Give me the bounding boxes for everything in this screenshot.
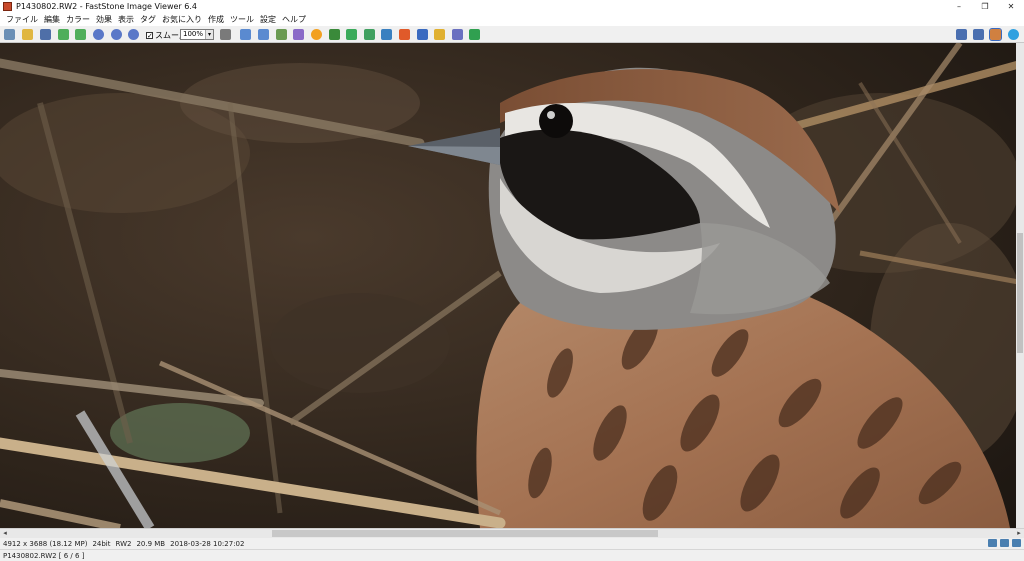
actual-size-icon[interactable] [128, 29, 139, 40]
image-dimensions: 4912 x 3688 (18.12 MP) [3, 539, 88, 548]
scroll-left-icon[interactable]: ◂ [0, 529, 10, 538]
save-icon[interactable] [40, 29, 51, 40]
menu-view[interactable]: 表示 [115, 14, 137, 25]
toolbar: ✓ スムーズ 100% ▾ [0, 26, 1024, 43]
app-icon [3, 2, 12, 11]
draw-icon[interactable] [399, 29, 410, 40]
image-filesize: 20.9 MB [136, 539, 166, 548]
red-eye-icon[interactable] [329, 29, 340, 40]
menu-color[interactable]: カラー [63, 14, 93, 25]
slideshow-icon[interactable] [364, 29, 375, 40]
bird-photo [0, 43, 1024, 528]
zoom-out-icon[interactable] [111, 29, 122, 40]
menu-create[interactable]: 作成 [205, 14, 227, 25]
close-button[interactable]: ✕ [998, 0, 1024, 13]
file-position: P1430802.RW2 [ 6 / 6 ] [3, 551, 85, 560]
rotate-left-icon[interactable] [240, 29, 251, 40]
menu-tags[interactable]: タグ [137, 14, 159, 25]
title-bar: P1430802.RW2 - FastStone Image Viewer 6.… [0, 0, 1024, 13]
scan-icon[interactable] [434, 29, 445, 40]
wallpaper-icon[interactable] [452, 29, 463, 40]
menu-help[interactable]: ヘルプ [279, 14, 309, 25]
hand-tool-icon[interactable] [220, 29, 231, 40]
resize-icon[interactable] [293, 29, 304, 40]
status-icons [985, 539, 1021, 547]
image-viewport[interactable] [0, 43, 1024, 528]
next-image-icon[interactable] [75, 29, 86, 40]
menu-favorites[interactable]: お気に入り [159, 14, 205, 25]
menu-edit[interactable]: 編集 [41, 14, 63, 25]
image-view-icon[interactable] [989, 28, 1002, 41]
menu-settings[interactable]: 設定 [257, 14, 279, 25]
zoom-value: 100% [183, 30, 204, 38]
fullscreen-icon[interactable] [973, 29, 984, 40]
menu-file[interactable]: ファイル [3, 14, 41, 25]
smooth-checkbox-box[interactable]: ✓ [146, 32, 153, 40]
menu-tools[interactable]: ツール [227, 14, 257, 25]
navigator-icon[interactable] [1000, 539, 1009, 547]
compare-icon[interactable] [381, 29, 392, 40]
toggle-panel-icon[interactable] [1012, 539, 1021, 547]
browser-icon[interactable] [4, 29, 15, 40]
rotate-right-icon[interactable] [258, 29, 269, 40]
vertical-scrollbar[interactable] [1016, 43, 1024, 528]
horizontal-scroll-thumb[interactable] [272, 530, 658, 537]
image-datetime: 2018-03-28 10:27:02 [170, 539, 245, 548]
image-bitdepth: 24bit [92, 539, 111, 548]
vertical-scroll-thumb[interactable] [1017, 233, 1023, 353]
window-controls: – ❐ ✕ [946, 0, 1024, 13]
window-title: P1430802.RW2 - FastStone Image Viewer 6.… [16, 2, 197, 11]
fit-window-icon[interactable] [988, 539, 997, 547]
open-folder-icon[interactable] [22, 29, 33, 40]
previous-image-icon[interactable] [58, 29, 69, 40]
help-icon[interactable] [1008, 29, 1019, 40]
horizontal-scrollbar[interactable]: ◂ ▸ [0, 528, 1024, 538]
image-info-bar: 4912 x 3688 (18.12 MP) 24bit RW2 20.9 MB… [0, 538, 1024, 549]
status-bar: P1430802.RW2 [ 6 / 6 ] [0, 549, 1024, 561]
crop-icon[interactable] [276, 29, 287, 40]
menu-bar: ファイル 編集 カラー 効果 表示 タグ お気に入り 作成 ツール 設定 ヘルプ [0, 13, 1024, 26]
email-icon[interactable] [346, 29, 357, 40]
thumbnail-view-icon[interactable] [956, 29, 967, 40]
menu-effects[interactable]: 効果 [93, 14, 115, 25]
settings-icon[interactable] [469, 29, 480, 40]
scroll-right-icon[interactable]: ▸ [1014, 529, 1024, 538]
print-icon[interactable] [417, 29, 428, 40]
chevron-down-icon[interactable]: ▾ [205, 30, 213, 39]
color-adjust-icon[interactable] [311, 29, 322, 40]
minimize-button[interactable]: – [946, 0, 972, 13]
image-format: RW2 [115, 539, 132, 548]
zoom-in-icon[interactable] [93, 29, 104, 40]
restore-button[interactable]: ❐ [972, 0, 998, 13]
zoom-select[interactable]: 100% ▾ [180, 29, 214, 40]
